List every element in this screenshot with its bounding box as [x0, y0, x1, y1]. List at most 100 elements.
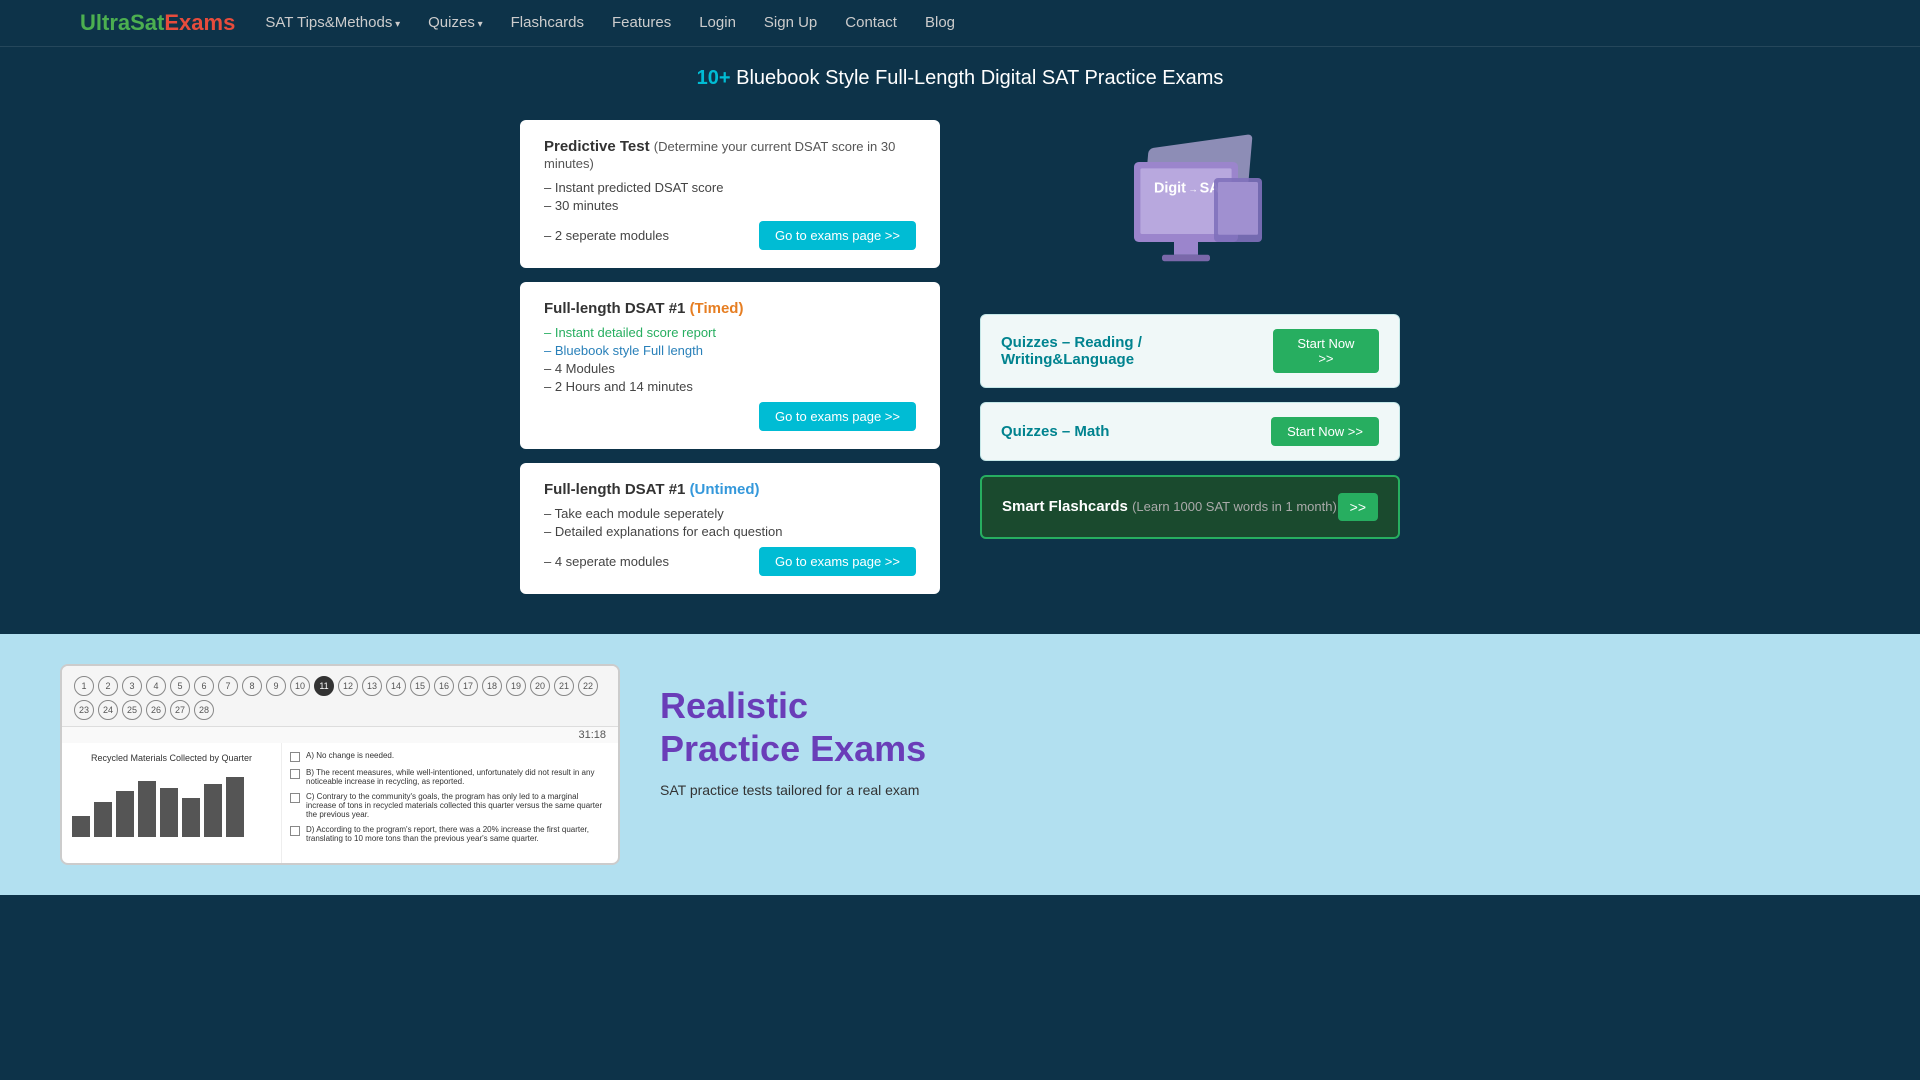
full-timed-btn[interactable]: Go to exams page >>: [759, 402, 916, 431]
nav-link-login[interactable]: Login: [699, 14, 736, 31]
exam-number-circle[interactable]: 3: [122, 676, 142, 696]
bar: [72, 816, 90, 837]
quiz-reading-card: Quizzes – Reading / Writing&Language Sta…: [980, 314, 1400, 388]
predictive-title-text: Predictive Test: [544, 138, 650, 155]
hero-title: 10+ Bluebook Style Full-Length Digital S…: [0, 67, 1920, 90]
logo[interactable]: UltraSatExams: [80, 10, 235, 36]
nav-link-blog[interactable]: Blog: [925, 14, 955, 31]
exam-number-circle[interactable]: 1: [74, 676, 94, 696]
lower-right-text: Realistic Practice Exams SAT practice te…: [660, 664, 1860, 798]
device-illustration: Digit → SAT: [1110, 130, 1270, 290]
exam-number-circle[interactable]: 12: [338, 676, 358, 696]
exam-number-circle[interactable]: 26: [146, 700, 166, 720]
exam-number-circle[interactable]: 18: [482, 676, 502, 696]
bar: [226, 777, 244, 837]
svg-text:→: →: [1188, 184, 1198, 195]
q-text: A) No change is needed.: [306, 751, 394, 760]
exam-number-circle[interactable]: 20: [530, 676, 550, 696]
logo-ultra: UltraSat: [80, 10, 164, 35]
nav-link-tips[interactable]: SAT Tips&Methods: [265, 14, 400, 31]
exam-number-circle[interactable]: 19: [506, 676, 526, 696]
exam-number-circle[interactable]: 8: [242, 676, 262, 696]
exam-number-circle[interactable]: 28: [194, 700, 214, 720]
full-untimed-title-text: Full-length DSAT #1: [544, 481, 685, 498]
exam-chart: Recycled Materials Collected by Quarter: [62, 743, 282, 863]
nav-item-flashcards[interactable]: Flashcards: [511, 14, 584, 32]
q-checkbox: [290, 826, 300, 836]
exam-number-circle[interactable]: 5: [170, 676, 190, 696]
full-untimed-card: Full-length DSAT #1 (Untimed) – Take eac…: [520, 463, 940, 594]
exam-number-circle[interactable]: 24: [98, 700, 118, 720]
nav-link-flashcards[interactable]: Flashcards: [511, 14, 584, 31]
exam-number-circle[interactable]: 2: [98, 676, 118, 696]
lower-section: 1234567891011121314151617181920212223242…: [0, 634, 1920, 895]
full-untimed-modules: – 4 seperate modules: [544, 554, 669, 569]
nav-link-contact[interactable]: Contact: [845, 14, 897, 31]
q-text: B) The recent measures, while well-inten…: [306, 768, 610, 786]
q-item: A) No change is needed.: [290, 751, 610, 762]
flashcard-info: Smart Flashcards (Learn 1000 SAT words i…: [1002, 498, 1337, 516]
svg-text:Digit: Digit: [1154, 180, 1186, 196]
exam-number-circle[interactable]: 10: [290, 676, 310, 696]
full-timed-title-text: Full-length DSAT #1: [544, 300, 685, 317]
predictive-list: – Instant predicted DSAT score – 30 minu…: [544, 180, 916, 213]
nav-link-quizes[interactable]: Quizes: [428, 14, 483, 31]
full-untimed-list: – Take each module seperately – Detailed…: [544, 506, 916, 539]
exam-number-circle[interactable]: 25: [122, 700, 142, 720]
exam-number-circle[interactable]: 17: [458, 676, 478, 696]
list-item: – 30 minutes: [544, 198, 916, 213]
exam-number-circle[interactable]: 15: [410, 676, 430, 696]
nav-item-login[interactable]: Login: [699, 14, 736, 32]
predictive-modules: – 2 seperate modules: [544, 228, 669, 243]
bar: [94, 802, 112, 837]
exam-number-circle[interactable]: 4: [146, 676, 166, 696]
exam-number-circle[interactable]: 21: [554, 676, 574, 696]
exam-number-circle[interactable]: 11: [314, 676, 334, 696]
nav-link-signup[interactable]: Sign Up: [764, 14, 817, 31]
nav-item-signup[interactable]: Sign Up: [764, 14, 817, 32]
hero-highlight: 10+: [697, 67, 731, 89]
q-checkbox: [290, 793, 300, 803]
exam-number-circle[interactable]: 6: [194, 676, 214, 696]
nav-item-tips[interactable]: SAT Tips&Methods: [265, 14, 400, 32]
bar: [138, 781, 156, 837]
nav-link-features[interactable]: Features: [612, 14, 671, 31]
q-item: D) According to the program's report, th…: [290, 825, 610, 843]
predictive-card: Predictive Test (Determine your current …: [520, 120, 940, 268]
exam-number-circle[interactable]: 16: [434, 676, 454, 696]
nav-item-quizes[interactable]: Quizes: [428, 14, 483, 32]
exam-number-circle[interactable]: 27: [170, 700, 190, 720]
hero-section: 10+ Bluebook Style Full-Length Digital S…: [0, 47, 1920, 100]
logo-exams: Exams: [164, 10, 235, 35]
lower-description: SAT practice tests tailored for a real e…: [660, 782, 1860, 798]
exam-number-circle[interactable]: 7: [218, 676, 238, 696]
exam-number-circle[interactable]: 22: [578, 676, 598, 696]
q-item: C) Contrary to the community's goals, th…: [290, 792, 610, 819]
predictive-btn[interactable]: Go to exams page >>: [759, 221, 916, 250]
exam-number-circle[interactable]: 9: [266, 676, 286, 696]
nav-item-features[interactable]: Features: [612, 14, 671, 32]
full-untimed-badge: (Untimed): [690, 481, 760, 498]
list-item: – Bluebook style Full length: [544, 343, 916, 358]
quiz-reading-btn[interactable]: Start Now >>: [1273, 329, 1379, 373]
quiz-reading-title: Quizzes – Reading / Writing&Language: [1001, 334, 1273, 368]
exam-questions: A) No change is needed. B) The recent me…: [282, 743, 618, 863]
nav-item-blog[interactable]: Blog: [925, 14, 955, 32]
exam-number-circle[interactable]: 13: [362, 676, 382, 696]
main-section: Predictive Test (Determine your current …: [0, 100, 1920, 634]
nav-item-contact[interactable]: Contact: [845, 14, 897, 32]
exam-number-circle[interactable]: 14: [386, 676, 406, 696]
flashcard-btn[interactable]: >>: [1338, 493, 1378, 521]
exam-preview: 1234567891011121314151617181920212223242…: [60, 664, 620, 865]
quiz-math-card: Quizzes – Math Start Now >>: [980, 402, 1400, 461]
list-item: – 2 Hours and 14 minutes: [544, 379, 916, 394]
exam-number-circle[interactable]: 23: [74, 700, 94, 720]
quiz-math-title: Quizzes – Math: [1001, 423, 1109, 440]
quiz-math-btn[interactable]: Start Now >>: [1271, 417, 1379, 446]
full-untimed-footer: – 4 seperate modules Go to exams page >>: [544, 547, 916, 576]
flashcard-title: Smart Flashcards (Learn 1000 SAT words i…: [1002, 498, 1337, 515]
full-untimed-btn[interactable]: Go to exams page >>: [759, 547, 916, 576]
full-untimed-title: Full-length DSAT #1 (Untimed): [544, 481, 916, 498]
list-item: – Instant predicted DSAT score: [544, 180, 916, 195]
bar: [182, 798, 200, 837]
